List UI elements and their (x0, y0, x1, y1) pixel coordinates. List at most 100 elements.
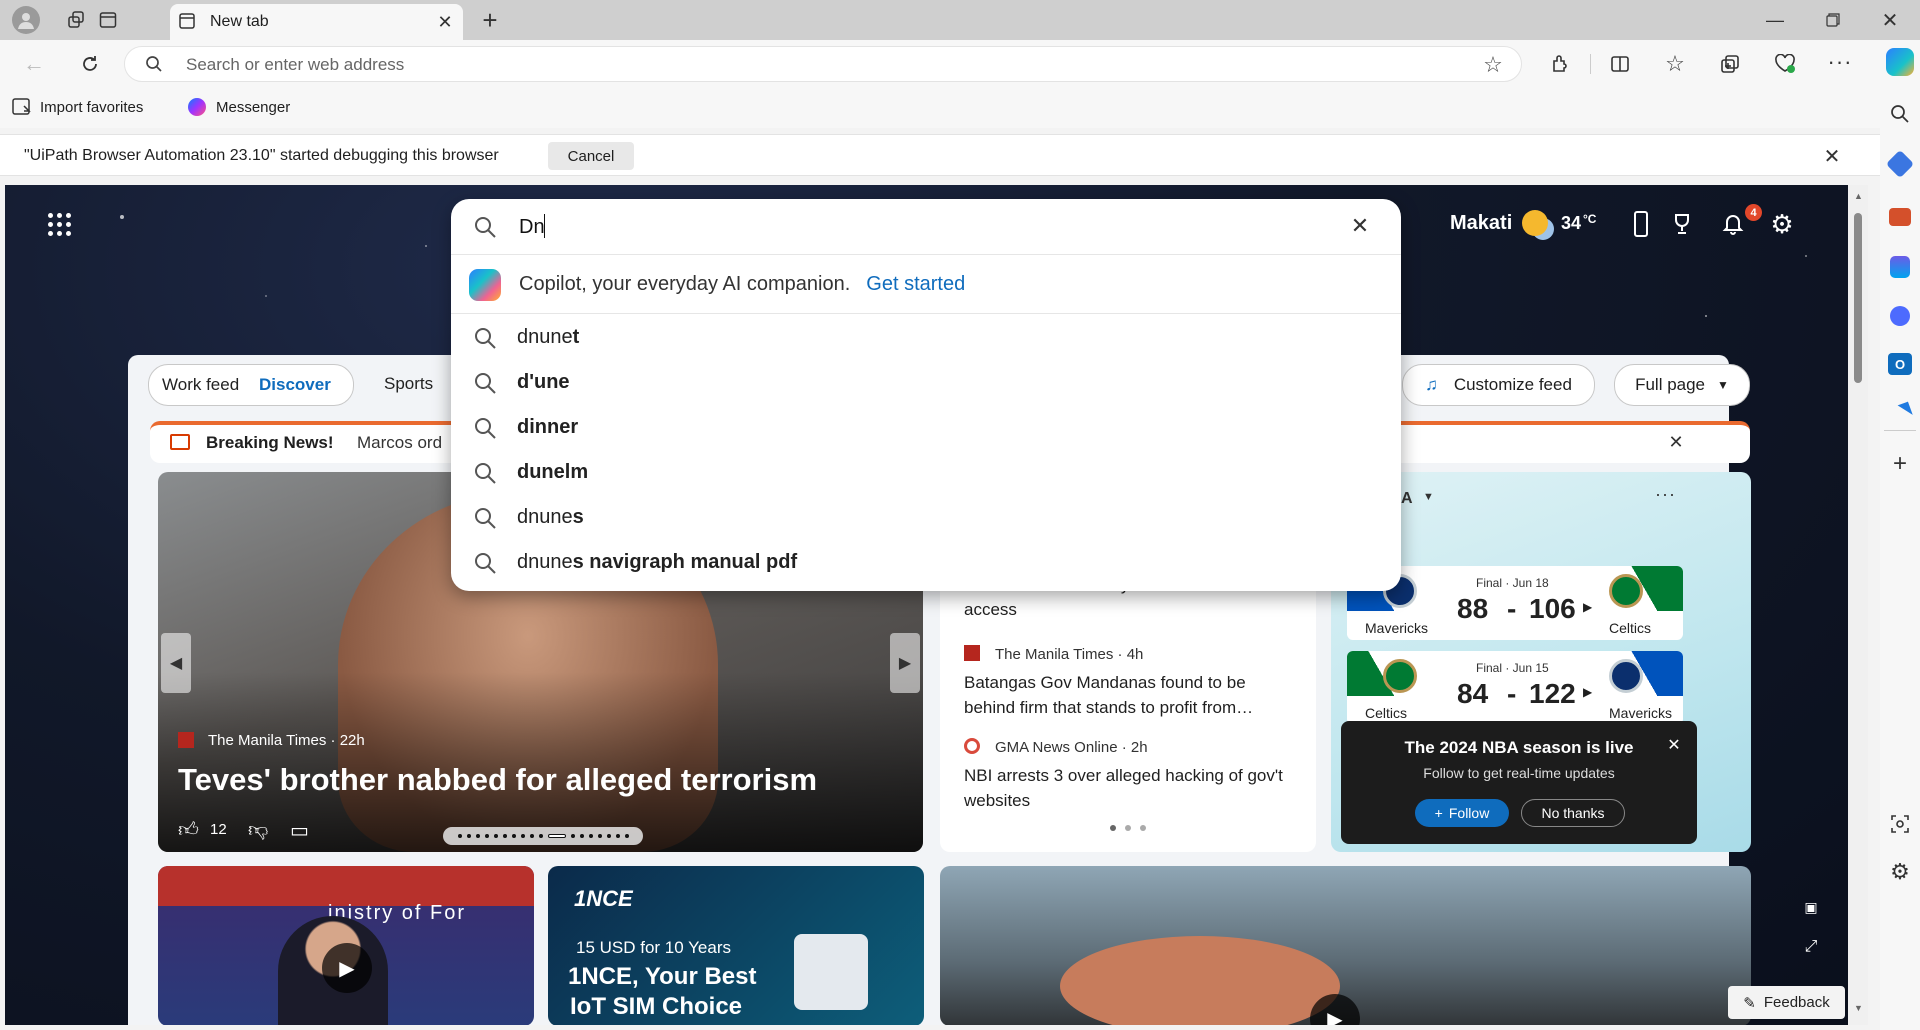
tab-new-tab[interactable]: New tab ✕ (170, 4, 463, 40)
search-box[interactable]: Dn ✕ (451, 199, 1401, 255)
news-item-3[interactable]: NBI arrests 3 over alleged hacking of go… (964, 763, 1294, 813)
hero-prev-arrow[interactable]: ◀ (161, 633, 191, 693)
news-list-pager[interactable] (1110, 825, 1146, 831)
search-query[interactable]: Dn (519, 216, 545, 239)
suggestion-3[interactable]: dinner (451, 405, 1401, 450)
video-card-ministry[interactable]: inistry of For ▶ (158, 866, 534, 1025)
page-scrollbar[interactable]: ▲ ▼ (1848, 185, 1868, 1025)
game-2-status: Final · Jun 15 (1476, 661, 1549, 675)
sidebar-search-icon[interactable] (1888, 102, 1912, 126)
split-screen-icon[interactable] (1608, 52, 1632, 76)
page-settings-gear-icon[interactable]: ⚙ (1767, 209, 1797, 239)
refresh-button[interactable] (78, 52, 102, 76)
restore-button[interactable] (1821, 8, 1845, 32)
hero-next-arrow[interactable]: ▶ (890, 633, 920, 693)
sidebar-settings-icon[interactable]: ⚙ (1888, 859, 1912, 884)
feedback-button[interactable]: ✎ Feedback (1728, 986, 1845, 1019)
video-play-icon[interactable]: ▶ (322, 943, 372, 993)
favorites-icon[interactable]: ☆ (1663, 51, 1687, 76)
breaking-close-icon[interactable]: ✕ (1665, 431, 1687, 453)
suggestion-5[interactable]: dnune s (451, 495, 1401, 540)
tab-title: New tab (210, 13, 269, 30)
address-bar[interactable]: Search or enter web address ☆ (124, 46, 1522, 82)
suggestion-1[interactable]: dnune t (451, 315, 1401, 360)
mobile-phone-icon[interactable] (1634, 211, 1648, 237)
expand-icon[interactable]: ⤢ (1802, 938, 1820, 956)
no-thanks-button[interactable]: No thanks (1521, 799, 1625, 827)
infobar-cancel-button[interactable]: Cancel (548, 142, 634, 170)
tab-close-icon[interactable]: ✕ (435, 12, 455, 32)
tab-work-feed[interactable]: Work feed (162, 375, 239, 395)
vertical-tabs-icon[interactable] (96, 8, 120, 32)
suggestion-5-typed: dnune (517, 506, 573, 528)
favorite-star-icon[interactable]: ☆ (1481, 52, 1505, 77)
breaking-headline: Marcos ord (357, 433, 443, 452)
full-page-dropdown[interactable]: Full page ▼ (1614, 364, 1750, 406)
image-info-icon[interactable]: ▣ (1802, 898, 1820, 916)
hero-title[interactable]: Teves' brother nabbed for alleged terror… (178, 762, 817, 798)
nba-game-2[interactable]: Final · Jun 15 84 - 122 ▶ Celtics Maveri… (1347, 651, 1683, 725)
nba-more-icon[interactable]: ··· (1655, 484, 1676, 505)
tools-briefcase-icon[interactable] (1889, 208, 1911, 226)
copilot-promo[interactable]: Copilot, your everyday AI companion. Get… (451, 256, 1401, 314)
notifications-bell-icon[interactable] (1719, 210, 1747, 238)
suggestion-4[interactable]: dunelm (451, 450, 1401, 495)
scroll-up-arrow[interactable]: ▲ (1854, 191, 1863, 201)
popup-close-icon[interactable]: ✕ (1663, 734, 1685, 756)
game-1-score-right: 106 (1529, 593, 1576, 624)
browser-essentials-icon[interactable] (1773, 52, 1797, 76)
customize-feed-button[interactable]: ♫ Customize feed (1402, 364, 1595, 406)
scroll-down-arrow[interactable]: ▼ (1854, 1003, 1863, 1013)
weather-temperature[interactable]: 34 (1561, 213, 1581, 234)
infobar-close-icon[interactable]: ✕ (1820, 144, 1844, 168)
rewards-trophy-icon[interactable] (1668, 210, 1696, 238)
suggestion-2-rest: d'une (517, 371, 570, 393)
extensions-icon[interactable] (1548, 52, 1572, 76)
sidebar-add-icon[interactable]: + (1888, 450, 1912, 477)
video-card-food[interactable]: ▶ (940, 866, 1751, 1025)
carousel-dots[interactable] (443, 827, 643, 845)
shopping-tag-icon[interactable] (1885, 149, 1915, 179)
import-favorites-link[interactable]: Import favorites (12, 98, 143, 116)
news-item-2[interactable]: Batangas Gov Mandanas found to be behind… (964, 670, 1294, 720)
back-button[interactable]: ← (22, 51, 46, 76)
send-icon[interactable] (1887, 401, 1913, 423)
ad-title-line1: 1NCE, Your Best (568, 963, 757, 990)
weather-location[interactable]: Makati (1450, 212, 1512, 235)
nba-chevron-down-icon[interactable]: ▼ (1423, 491, 1434, 503)
messenger-link[interactable]: Messenger (188, 98, 290, 116)
browser-toolbar: ← Search or enter web address ☆ ☆ ··· (0, 40, 1880, 88)
microsoft365-icon[interactable] (1890, 306, 1910, 326)
copilot-get-started-link[interactable]: Get started (866, 273, 965, 296)
games-icon[interactable] (1890, 256, 1910, 278)
settings-more-icon[interactable]: ··· (1828, 49, 1852, 74)
suggestion-search-icon (475, 462, 496, 484)
suggestion-search-icon (475, 327, 496, 349)
follow-label: Follow (1448, 805, 1490, 821)
search-clear-icon[interactable]: ✕ (1347, 213, 1373, 239)
apps-launcher-icon[interactable] (48, 213, 72, 237)
tab-discover[interactable]: Discover (259, 375, 331, 395)
scroll-thumb[interactable] (1854, 213, 1862, 383)
new-tab-button[interactable]: + (476, 5, 504, 35)
follow-button[interactable]: + Follow (1415, 799, 1509, 827)
workspaces-icon[interactable] (64, 8, 88, 32)
suggestion-2[interactable]: d'une (451, 360, 1401, 405)
dislike-icon[interactable]: 👎︎ (248, 818, 268, 842)
comment-off-icon[interactable]: ▭ (290, 818, 309, 843)
screenshot-icon[interactable] (1888, 812, 1912, 836)
copilot-icon[interactable] (1886, 48, 1914, 76)
like-icon[interactable]: 👍︎ (178, 818, 199, 842)
outlook-icon[interactable]: O (1888, 353, 1912, 375)
game-2-team-left: Celtics (1365, 705, 1408, 721)
game-1-team-left: Mavericks (1365, 620, 1429, 636)
collections-icon[interactable] (1718, 52, 1742, 76)
close-window-button[interactable]: ✕ (1878, 8, 1902, 32)
minimize-button[interactable]: — (1763, 8, 1787, 32)
tab-sports[interactable]: Sports (384, 374, 433, 394)
nba-header-fragment[interactable]: A (1401, 490, 1413, 508)
profile-avatar[interactable] (12, 6, 40, 34)
customize-icon: ♫ (1425, 375, 1438, 394)
suggestion-6[interactable]: dnune s navigraph manual pdf (451, 540, 1401, 585)
ad-card-1nce[interactable]: 1NCE 15 USD for 10 Years 1NCE, Your Best… (548, 866, 924, 1025)
